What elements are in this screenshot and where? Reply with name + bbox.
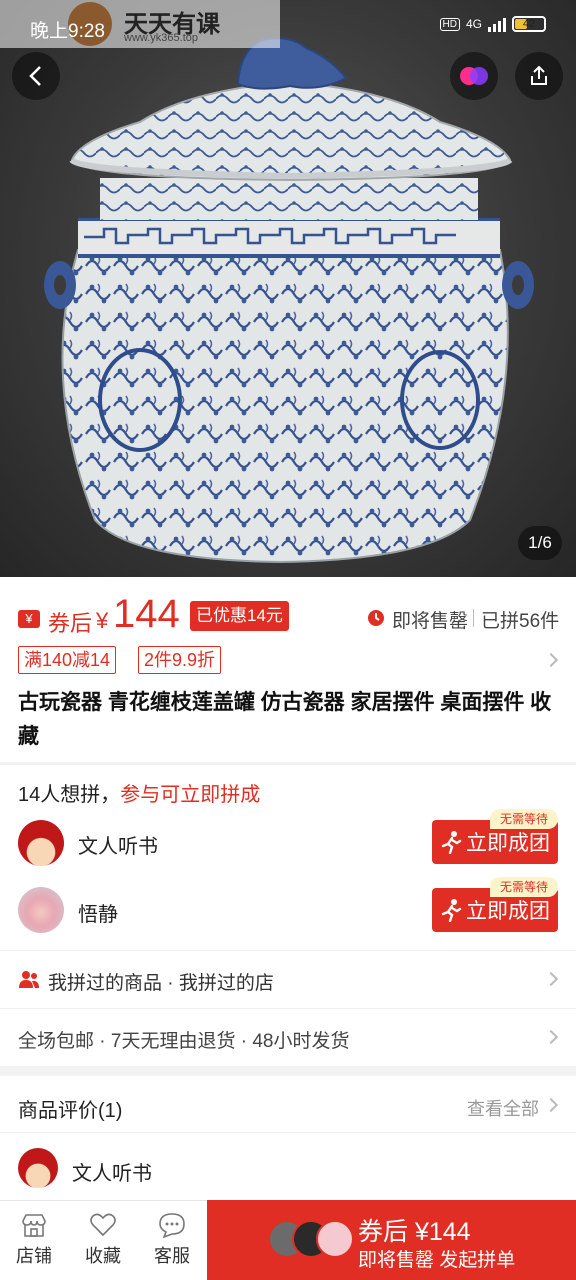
no-wait-badge: 无需等待 <box>490 809 558 829</box>
product-title: 古玩瓷器 青花缠枝莲盖罐 仿古瓷器 家居摆件 桌面摆件 收藏 <box>18 691 552 748</box>
status-icons: HD 4G 42 <box>439 16 546 32</box>
purchase-history-text[interactable]: 我拼过的商品 · 我拼过的店 <box>48 968 274 995</box>
battery-icon: 42 <box>512 16 546 32</box>
store-icon <box>22 1214 46 1237</box>
reviewer-name: 文人听书 <box>72 1163 152 1185</box>
promo-tag-multi-discount[interactable]: 2件9.9折 <box>138 646 222 674</box>
reviewer-avatar <box>18 1148 58 1188</box>
running-person-icon <box>441 899 462 922</box>
favorite-tab[interactable]: 收藏 <box>73 1212 133 1268</box>
buyer-avatars <box>268 1220 358 1260</box>
pdd-logo-icon <box>460 67 488 85</box>
price-currency: ¥ <box>96 608 109 633</box>
group-want-text: 14人想拼，参与可立即拼成 <box>18 778 260 807</box>
back-button[interactable] <box>12 52 60 100</box>
network-type: 4G <box>465 17 482 31</box>
product-detail-page: 天天有课 www.yk365.top 晚上9:28 HD 4G 42 1/6 ¥… <box>0 0 576 1280</box>
group-want-cta: 参与可立即拼成 <box>120 784 261 806</box>
chevron-left-icon <box>29 66 41 86</box>
avatar <box>18 887 64 933</box>
heart-icon <box>90 1213 116 1237</box>
avatar <box>18 820 64 866</box>
price-value: 144 <box>113 592 180 636</box>
review-title: 商品评价(1) <box>18 1100 123 1122</box>
view-all-reviews-link[interactable]: 查看全部 <box>467 1095 539 1121</box>
product-image-gallery[interactable]: 天天有课 www.yk365.top 晚上9:28 HD 4G 42 1/6 <box>0 0 576 577</box>
buy-button-label[interactable]: 即将售罄 发起拼单 <box>358 1245 515 1272</box>
service-text: 全场包邮 · 7天无理由退货 · 48小时发货 <box>18 1031 350 1052</box>
chat-bubble-icon <box>159 1213 185 1238</box>
group-leader-name: 悟静 <box>78 904 118 926</box>
running-person-icon <box>441 831 462 854</box>
divider <box>0 1132 576 1133</box>
status-bar: 晚上9:28 HD 4G 42 <box>0 0 576 52</box>
avatar <box>316 1220 354 1258</box>
no-wait-badge: 无需等待 <box>490 877 558 897</box>
hd-icon: HD <box>439 17 460 31</box>
group-want-count: 14人想拼， <box>18 784 121 806</box>
discount-badge: 已优惠14元 <box>190 601 289 631</box>
coupon-icon: ¥ <box>18 610 40 628</box>
share-icon <box>531 65 547 85</box>
share-button[interactable] <box>515 52 563 100</box>
customer-service-tab-label: 客服 <box>154 1246 190 1266</box>
divider <box>473 609 474 627</box>
pdd-app-button[interactable] <box>450 52 498 100</box>
signal-icon <box>488 16 506 32</box>
status-time: 晚上9:28 <box>30 21 105 42</box>
group-leader-name: 文人听书 <box>78 836 158 858</box>
buy-button-price[interactable]: 券后 ¥144 <box>358 1212 471 1248</box>
customer-service-tab[interactable]: 客服 <box>142 1212 202 1268</box>
promo-tag-full-reduction[interactable]: 满140减14 <box>18 646 117 674</box>
store-tab[interactable]: 店铺 <box>4 1212 64 1268</box>
sold-count: 已拼56件 <box>481 611 560 632</box>
store-tab-label: 店铺 <box>16 1246 52 1266</box>
people-icon <box>19 971 39 988</box>
image-counter: 1/6 <box>518 526 562 560</box>
soon-sold-out-label: 即将售罄 <box>392 611 469 632</box>
alarm-clock-icon <box>368 610 384 626</box>
favorite-tab-label: 收藏 <box>85 1246 121 1266</box>
coupon-label: 券后 <box>48 611 93 636</box>
